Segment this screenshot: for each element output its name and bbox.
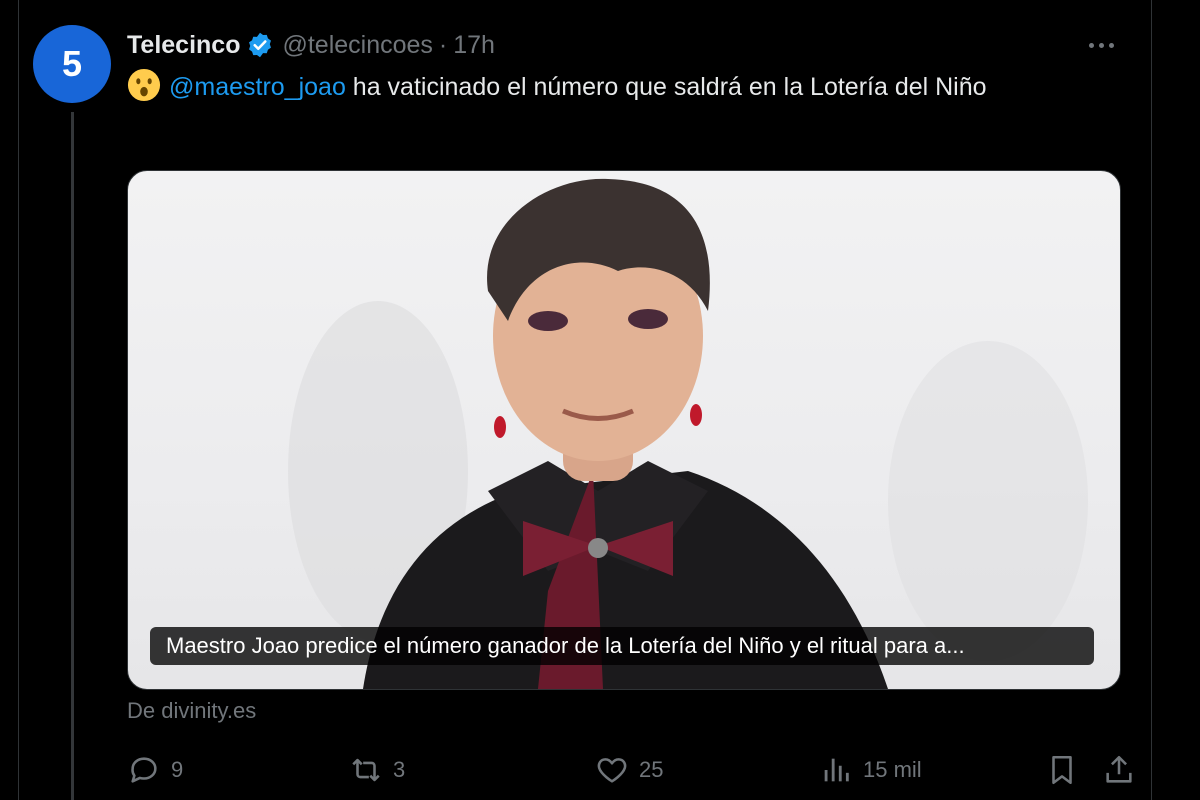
share-button[interactable] bbox=[1102, 750, 1146, 790]
telecinco-logo-icon: 5 bbox=[62, 43, 82, 84]
share-icon bbox=[1106, 755, 1132, 783]
bookmark-button[interactable] bbox=[1045, 750, 1089, 790]
reply-icon bbox=[131, 757, 157, 783]
views-icon bbox=[824, 758, 849, 782]
like-count: 25 bbox=[639, 757, 664, 782]
tweet-header: Telecinco @telecincoes · 17h bbox=[127, 28, 495, 62]
repost-button[interactable]: 3 bbox=[349, 750, 405, 790]
more-options-icon[interactable] bbox=[1083, 30, 1119, 60]
card-photo bbox=[288, 178, 1088, 689]
mention-link[interactable]: @maestro_joao bbox=[169, 73, 346, 101]
author-display-name[interactable]: Telecinco bbox=[127, 31, 240, 60]
card-title[interactable]: Maestro Joao predice el número ganador d… bbox=[150, 627, 1094, 665]
view-count: 15 mil bbox=[863, 757, 922, 782]
repost-icon bbox=[352, 758, 380, 782]
bookmark-icon bbox=[1052, 755, 1072, 785]
action-bar: 9 3 25 15 mil bbox=[127, 750, 1132, 790]
tweet-container[interactable]: 5 Telecinco @telecincoes · 17h @maestro_… bbox=[18, 0, 1152, 800]
svg-text:5: 5 bbox=[62, 43, 82, 84]
author-handle[interactable]: @telecincoes bbox=[282, 31, 432, 60]
header-separator: · bbox=[438, 30, 448, 59]
tweet-body-text: ha vaticinado el número que saldrá en la… bbox=[345, 73, 987, 101]
tweet-timestamp[interactable]: 17h bbox=[453, 31, 495, 60]
hushed-face-icon bbox=[127, 68, 161, 102]
verified-badge-icon bbox=[249, 32, 272, 58]
repost-count: 3 bbox=[393, 757, 406, 782]
avatar[interactable]: 5 bbox=[33, 25, 111, 103]
like-button[interactable]: 25 bbox=[595, 750, 663, 790]
heart-icon bbox=[597, 758, 627, 783]
reply-count: 9 bbox=[171, 757, 184, 782]
tweet-text: @maestro_joao ha vaticinado el número qu… bbox=[127, 68, 1087, 106]
card-source[interactable]: De divinity.es bbox=[127, 698, 256, 724]
views-button[interactable]: 15 mil bbox=[819, 750, 922, 790]
thread-line bbox=[71, 112, 74, 800]
reply-button[interactable]: 9 bbox=[127, 750, 183, 790]
link-preview-card[interactable]: Maestro Joao predice el número ganador d… bbox=[127, 170, 1121, 690]
